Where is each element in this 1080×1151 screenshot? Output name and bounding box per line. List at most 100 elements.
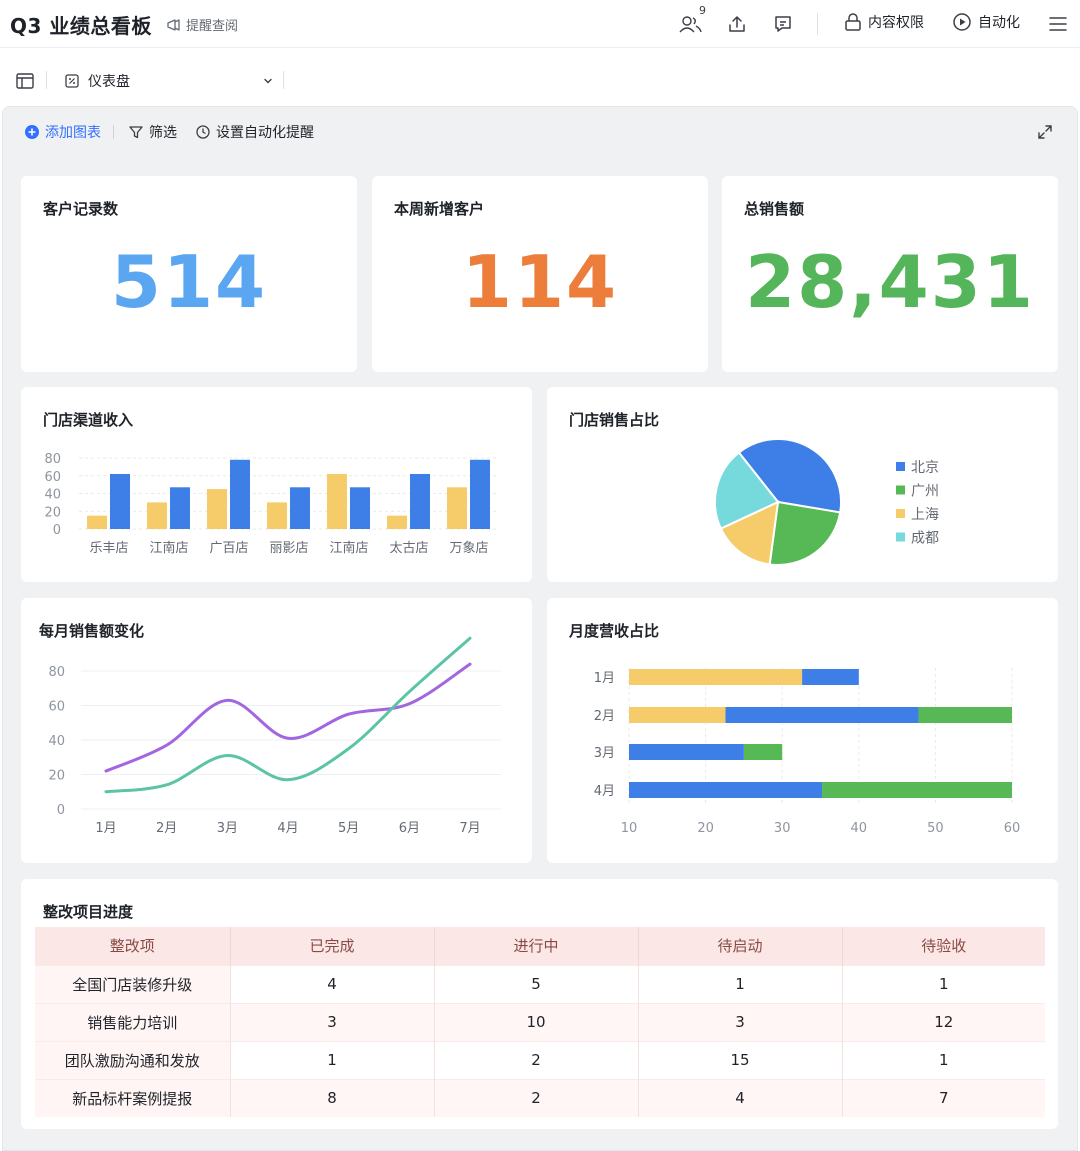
column-header[interactable]: 进行中 (434, 927, 639, 965)
column-header[interactable]: 整改项 (35, 927, 231, 965)
legend-label: 成都 (911, 531, 939, 547)
x-tick-label: 1月 (95, 821, 116, 836)
bar (470, 459, 490, 529)
content-permission-button[interactable]: 内容权限 (844, 12, 924, 32)
x-tick-label: 广百店 (209, 541, 248, 556)
y-tick-label: 1月 (594, 671, 615, 686)
bar-segment (743, 744, 783, 760)
content-permission-label: 内容权限 (868, 15, 924, 31)
table-row[interactable]: 新品标杆案例提报 8 2 4 7 (35, 1078, 1045, 1117)
filter-button[interactable]: 筛选 (128, 122, 177, 142)
bar (410, 473, 430, 529)
chart-card-store-revenue[interactable]: 门店渠道收入 0 20 40 60 80 乐丰店 江南店 广百店 丽影店 江南店 太古店 万象店 (21, 387, 532, 582)
bar-segment (822, 782, 1012, 798)
kpi-card-total-sales[interactable]: 总销售额 28,431 (722, 176, 1058, 372)
y-tick-label: 60 (48, 700, 65, 715)
table-cell: 全国门店装修升级 (35, 964, 231, 1003)
chart-card-monthly-sales[interactable]: 每月销售额变化 0 20 40 60 80 1月 2月 3月 4月 5月 6月 7月 (21, 598, 532, 863)
top-bar: Q3 业绩总看板 提醒查阅 9 内容权限 自动化 (0, 0, 1080, 48)
x-tick-label: 60 (1004, 821, 1021, 836)
chart-card-monthly-revenue[interactable]: 月度营收占比 10 20 30 40 50 60 1月 2月 3月 4月 (547, 598, 1058, 863)
bar (87, 515, 107, 529)
y-tick-label: 60 (44, 470, 61, 485)
table-row[interactable]: 团队激励沟通和发放 1 2 15 1 (35, 1040, 1045, 1079)
legend-swatch (896, 532, 905, 542)
table-cell: 1 (842, 964, 1045, 1003)
kpi-card-customers[interactable]: 客户记录数 514 (21, 176, 357, 372)
legend-label: 广州 (911, 484, 939, 500)
share-button[interactable] (724, 12, 750, 36)
x-tick-label: 7月 (459, 821, 480, 836)
line-chart-monthly-sales: 0 20 40 60 80 1月 2月 3月 4月 5月 6月 7月 (48, 636, 501, 836)
table-cell: 15 (638, 1040, 843, 1079)
table-row[interactable]: 全国门店装修升级 4 5 1 1 (35, 964, 1045, 1003)
bar (207, 489, 227, 529)
bar-segment (629, 669, 803, 685)
x-tick-label: 丽影店 (269, 541, 308, 556)
bar-segment (918, 707, 1012, 723)
table-cell: 1 (638, 964, 843, 1003)
kpi-title: 本周新增客户 (394, 200, 485, 218)
view-selector-dropdown[interactable]: 仪表盘 (64, 70, 274, 92)
subscribe-label: 提醒查阅 (186, 19, 239, 34)
clock-reminder-icon (196, 125, 210, 139)
bar (327, 473, 347, 529)
kpi-title: 客户记录数 (43, 200, 119, 218)
table-cell: 7 (842, 1078, 1045, 1117)
table-cell: 1 (230, 1040, 435, 1079)
column-header[interactable]: 待验收 (842, 927, 1045, 965)
table-cell: 10 (434, 1002, 639, 1041)
table-cell: 3 (230, 1002, 435, 1041)
automation-button[interactable]: 自动化 (952, 12, 1020, 32)
divider (113, 125, 114, 139)
bar (387, 515, 407, 529)
kpi-card-new-customers[interactable]: 本周新增客户 114 (372, 176, 708, 372)
x-tick-label: 4月 (277, 821, 298, 836)
more-menu-button[interactable] (1045, 12, 1071, 36)
table-card-rectification[interactable]: 整改项目进度 整改项 已完成 进行中 待启动 待验收 全国门店装修升级 4 5 … (21, 879, 1058, 1129)
y-tick-label: 80 (48, 665, 65, 680)
comments-button[interactable] (770, 12, 796, 36)
bar (170, 487, 190, 529)
share-icon (729, 16, 745, 32)
chart-card-store-share[interactable]: 门店销售占比 北京 广州 上海 成都 (547, 387, 1058, 582)
subscribe-reminder-button[interactable]: 提醒查阅 (166, 15, 238, 34)
pie-slice (768, 500, 842, 566)
bar-segment (629, 782, 823, 798)
sidebar-toggle-icon[interactable] (15, 72, 35, 90)
add-chart-button[interactable]: 添加图表 (24, 122, 101, 142)
x-tick-label: 40 (851, 821, 868, 836)
y-tick-label: 3月 (594, 746, 615, 761)
page-title: Q3 业绩总看板 (10, 14, 152, 38)
x-tick-label: 3月 (217, 821, 238, 836)
fullscreen-icon[interactable] (1036, 123, 1054, 141)
legend-swatch (896, 485, 905, 495)
bar (230, 459, 250, 529)
y-tick-label: 80 (44, 452, 61, 467)
bar (350, 487, 370, 529)
y-tick-label: 4月 (594, 784, 615, 799)
x-tick-label: 乐丰店 (89, 541, 128, 556)
y-tick-label: 40 (48, 734, 65, 749)
x-tick-label: 江南店 (149, 540, 188, 556)
progress-table: 整改项 已完成 进行中 待启动 待验收 全国门店装修升级 4 5 1 1 销售能… (35, 927, 1045, 1117)
column-header[interactable]: 待启动 (638, 927, 843, 965)
column-header[interactable]: 已完成 (230, 927, 435, 965)
table-cell: 4 (230, 964, 435, 1003)
y-tick-label: 20 (44, 505, 61, 520)
bar (290, 487, 310, 529)
bar-segment (629, 744, 744, 760)
x-tick-label: 6月 (399, 821, 420, 836)
auto-remind-button[interactable]: 设置自动化提醒 (195, 122, 314, 142)
table-row[interactable]: 销售能力培训 3 10 3 12 (35, 1002, 1045, 1041)
plus-circle-icon (25, 125, 39, 139)
kpi-value: 114 (461, 240, 619, 324)
menu-icon (1049, 17, 1067, 31)
legend-swatch (896, 462, 905, 471)
filter-icon (129, 126, 143, 139)
y-tick-label: 20 (48, 769, 65, 784)
x-tick-label: 10 (621, 821, 638, 836)
x-tick-label: 5月 (338, 821, 359, 836)
series-line (104, 636, 472, 794)
table-header-row: 整改项 已完成 进行中 待启动 待验收 (35, 927, 1045, 965)
